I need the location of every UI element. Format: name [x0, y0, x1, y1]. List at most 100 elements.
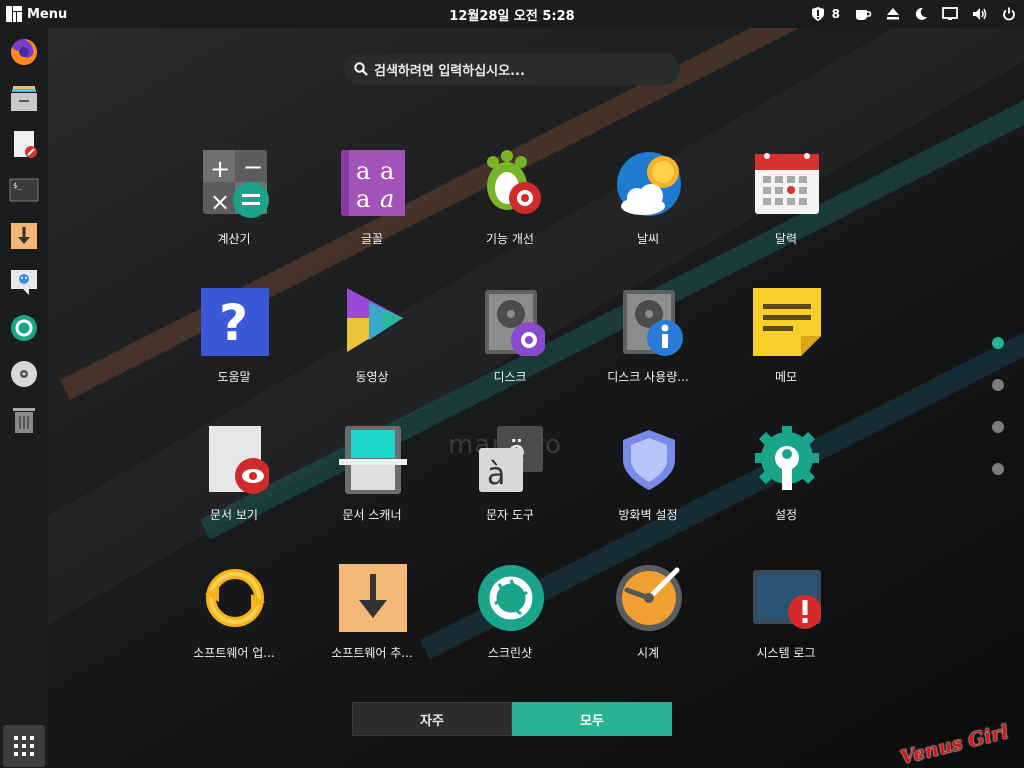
app-label: 기능 개선: [486, 232, 534, 246]
app-label: 문서 스캐너: [342, 508, 402, 522]
page-indicator-4[interactable]: [992, 463, 1004, 475]
software-add-icon: [339, 564, 407, 632]
app-label: 소프트웨어 추...: [331, 646, 413, 660]
app-label: 시스템 로그: [756, 646, 816, 660]
manjaro-logo-icon: [6, 6, 22, 22]
app-document-viewer[interactable]: 문서 보기: [169, 426, 299, 546]
app-clocks[interactable]: 시계: [583, 564, 713, 684]
dock-firefox[interactable]: [8, 36, 40, 68]
app-videos[interactable]: 동영상: [307, 288, 437, 408]
app-help[interactable]: ? 도움말: [169, 288, 299, 408]
dock-files[interactable]: [8, 82, 40, 114]
app-calculator[interactable]: + − × 계산기: [169, 150, 299, 270]
dock-trash[interactable]: [8, 404, 40, 436]
app-grid-icon: [14, 736, 34, 756]
software-update-icon: [201, 564, 269, 632]
app-disk-usage[interactable]: 디스크 사용량...: [583, 288, 713, 408]
settings-icon: [753, 426, 821, 494]
disks-icon: [477, 288, 545, 356]
app-disks[interactable]: 디스크: [445, 288, 575, 408]
dock-software-install[interactable]: [8, 220, 40, 252]
night-light-button[interactable]: [914, 7, 928, 21]
app-label: 스크린샷: [487, 646, 533, 660]
page-indicator-2[interactable]: [992, 379, 1004, 391]
scanner-icon: [339, 426, 407, 494]
power-icon: [1003, 7, 1015, 21]
notes-icon: [753, 288, 821, 356]
calendar-icon: [753, 150, 821, 218]
page-indicator-3[interactable]: [992, 421, 1004, 433]
app-settings[interactable]: 설정: [721, 426, 851, 546]
app-label: 문자 도구: [486, 508, 534, 522]
updates-count: 8: [831, 7, 840, 21]
app-screenshot[interactable]: 스크린샷: [445, 564, 575, 684]
volume-button[interactable]: [972, 7, 988, 21]
calculator-icon: + − ×: [201, 150, 269, 218]
app-tweaks[interactable]: 기능 개선: [445, 150, 575, 270]
app-characters[interactable]: ëà 문자 도구: [445, 426, 575, 546]
tweaks-icon: [477, 150, 545, 218]
app-label: 메모: [774, 370, 798, 384]
app-label: 설정: [774, 508, 798, 522]
eject-button[interactable]: [886, 7, 900, 21]
app-label: 계산기: [217, 232, 251, 246]
app-label: 날씨: [636, 232, 660, 246]
speaker-icon: [973, 8, 987, 20]
caffeine-icon: [856, 10, 872, 20]
fonts-icon: aaaa: [339, 150, 407, 218]
firefox-icon: [10, 39, 37, 65]
app-calendar[interactable]: 달력: [721, 150, 851, 270]
tab-frequent[interactable]: 자주: [352, 702, 512, 736]
svg-text:à: à: [487, 457, 505, 492]
app-label: 달력: [774, 232, 798, 246]
characters-icon: ëà: [477, 426, 545, 494]
cup-indicator[interactable]: [854, 7, 872, 21]
search-icon: [354, 62, 368, 76]
app-label: 디스크: [493, 370, 527, 384]
svg-text:×: ×: [210, 188, 230, 216]
dock-terminal[interactable]: $_: [8, 174, 40, 206]
svg-text:?: ?: [219, 294, 248, 352]
dock-text-editor[interactable]: [8, 128, 40, 160]
svg-text:−: −: [243, 153, 263, 181]
app-label: 글꼴: [360, 232, 384, 246]
firewall-icon: [615, 426, 683, 494]
disk-usage-icon: [615, 288, 683, 356]
menu-button[interactable]: Menu: [0, 0, 67, 28]
app-document-scanner[interactable]: 문서 스캐너: [307, 426, 437, 546]
app-weather[interactable]: 날씨: [583, 150, 713, 270]
dock-screenshot[interactable]: [8, 312, 40, 344]
app-label: 시계: [636, 646, 660, 660]
svg-text:a: a: [380, 157, 394, 185]
svg-text:+: +: [210, 155, 230, 183]
trash-icon: [13, 408, 35, 433]
terminal-icon: $_: [9, 178, 39, 202]
display-indicator[interactable]: [942, 7, 958, 21]
app-fonts[interactable]: aaaa 글꼴: [307, 150, 437, 270]
text-editor-icon: [14, 131, 37, 158]
svg-text:a: a: [356, 157, 370, 185]
app-software-update[interactable]: 소프트웨어 업...: [169, 564, 299, 684]
svg-text:$_: $_: [13, 182, 22, 190]
page-indicator-1[interactable]: [992, 337, 1004, 349]
eject-icon: [887, 8, 899, 20]
dock-disc[interactable]: [8, 358, 40, 390]
app-view-switcher: 자주 모두: [352, 702, 672, 736]
chat-icon: [11, 270, 37, 295]
dock-chat[interactable]: [8, 266, 40, 298]
show-applications-button[interactable]: [3, 725, 45, 767]
app-firewall[interactable]: 방화벽 설정: [583, 426, 713, 546]
tab-all[interactable]: 모두: [512, 702, 672, 736]
app-label: 방화벽 설정: [618, 508, 678, 522]
app-software-add[interactable]: 소프트웨어 추...: [307, 564, 437, 684]
power-button[interactable]: [1002, 7, 1016, 21]
search-input[interactable]: 검색하려면 입력하십시오...: [344, 53, 680, 85]
display-icon: [942, 7, 958, 20]
app-label: 디스크 사용량...: [607, 370, 689, 384]
top-bar: Menu 12월28일 오전 5:28 8: [0, 0, 1024, 28]
document-viewer-icon: [201, 426, 269, 494]
updates-indicator[interactable]: 8: [810, 6, 840, 22]
app-notes[interactable]: 메모: [721, 288, 851, 408]
watermark: Venus Girl: [898, 720, 1012, 768]
app-system-log[interactable]: 시스템 로그: [721, 564, 851, 684]
